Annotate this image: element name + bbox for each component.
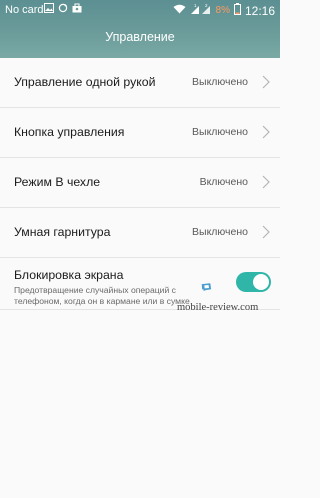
setting-row-control-button[interactable]: Кнопка управления Выключено: [0, 108, 280, 158]
setting-label: Режим В чехле: [14, 175, 101, 189]
carrier-label: No card: [5, 4, 44, 16]
chevron-right-icon: [262, 175, 270, 189]
chevron-right-icon: [262, 125, 270, 139]
setting-row-one-hand[interactable]: Управление одной рукой Выключено: [0, 58, 280, 108]
settings-list: Управление одной рукой Выключено Кнопка …: [0, 58, 280, 310]
status-bar: No card 1 2 8% 12:16: [0, 0, 280, 22]
chevron-right-icon: [262, 75, 270, 89]
wifi-icon: [173, 4, 186, 17]
setting-value: Выключено: [192, 76, 248, 88]
image-icon: [44, 3, 54, 16]
setting-label: Кнопка управления: [14, 125, 125, 139]
setting-label: Управление одной рукой: [14, 75, 156, 89]
setting-label: Блокировка экрана: [14, 268, 124, 282]
watermark-text: mobile-review.com: [177, 302, 259, 313]
setting-value: Выключено: [192, 226, 248, 238]
setting-row-smart-headset[interactable]: Умная гарнитура Выключено: [0, 208, 280, 258]
watermark-logo: [201, 283, 212, 291]
sync-icon: [58, 3, 68, 16]
bag-icon: [72, 3, 82, 16]
setting-value: Выключено: [192, 126, 248, 138]
settings-screen: No card 1 2 8% 12:16 Управление Управлен…: [0, 0, 280, 498]
battery-icon: [233, 3, 241, 18]
chevron-right-icon: [262, 225, 270, 239]
clock: 12:16: [244, 3, 275, 18]
screen-lock-toggle[interactable]: [236, 272, 271, 292]
setting-value: Включено: [199, 176, 248, 188]
signal-icon: 1 2: [190, 3, 212, 18]
setting-label: Умная гарнитура: [14, 225, 111, 239]
page-title: Управление: [105, 30, 175, 44]
toggle-knob: [253, 274, 269, 290]
svg-text:1: 1: [194, 3, 197, 8]
setting-row-cover-mode[interactable]: Режим В чехле Включено: [0, 158, 280, 208]
svg-text:2: 2: [205, 3, 208, 8]
header-bar: No card 1 2 8% 12:16 Управление: [0, 0, 280, 58]
battery-percent: 8%: [215, 5, 230, 16]
